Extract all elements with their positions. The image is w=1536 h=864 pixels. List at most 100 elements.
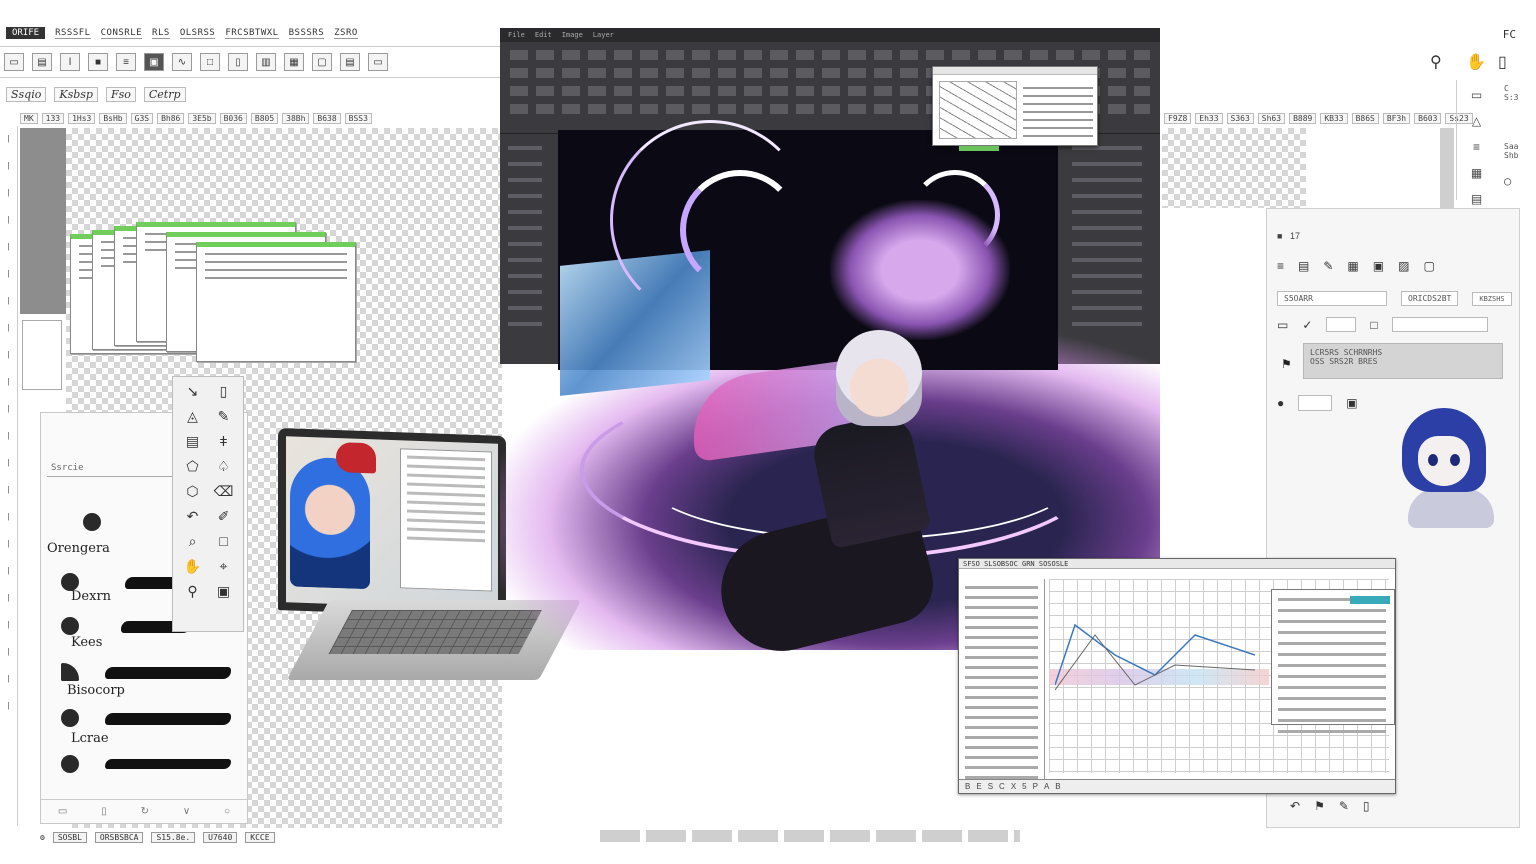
grid-icon[interactable]: ▦ (1471, 166, 1482, 180)
timeline-control[interactable]: P (1033, 782, 1038, 791)
menu-item[interactable]: CONSRLE (100, 28, 143, 39)
square-icon[interactable]: □ (1370, 318, 1377, 332)
menu-item[interactable]: OLSRSS (179, 28, 216, 39)
timeline-inspector[interactable] (1271, 589, 1395, 733)
document-tab[interactable]: S363 (1226, 112, 1254, 124)
timeline-control[interactable]: X (1011, 782, 1016, 791)
value-input[interactable] (1391, 317, 1488, 332)
marquee-tool-icon[interactable]: ▯ (208, 383, 239, 408)
undo-icon[interactable]: ↶ (1290, 799, 1300, 813)
curve-tool-icon[interactable]: ↶ (177, 508, 208, 533)
check-icon[interactable]: ✓ (1302, 318, 1312, 332)
rectangle-icon[interactable]: ▭ (1277, 318, 1288, 332)
properties-dropdown[interactable]: KBZSHS (1472, 291, 1512, 306)
timeline-control[interactable]: S (988, 782, 993, 791)
brush-tool-icon[interactable]: ✎ (208, 408, 239, 433)
document-tab[interactable]: 133 (41, 112, 65, 124)
text-tool-icon[interactable]: ⌕ (177, 533, 208, 558)
document-tab[interactable]: Eh33 (1195, 112, 1223, 124)
image-icon[interactable]: ▣ (144, 53, 164, 71)
bookmark-icon[interactable]: ▯ (1363, 799, 1370, 813)
reference-window-titlebar[interactable] (933, 67, 1097, 75)
copy-icon[interactable]: ▢ (1423, 259, 1434, 273)
lasso-tool-icon[interactable]: ◬ (177, 408, 208, 433)
pen-icon[interactable]: ǀ (60, 53, 80, 71)
panel-icon[interactable]: ▭ (1471, 88, 1482, 102)
properties-input[interactable]: ORICDS2BT (1401, 291, 1459, 306)
option-field[interactable]: Fso (105, 86, 136, 102)
timeline-control[interactable]: B (1055, 782, 1060, 791)
option-field[interactable]: Cetrp (143, 86, 186, 102)
document-tab[interactable]: F9Z8 (1164, 112, 1192, 124)
animation-curve[interactable] (1055, 615, 1255, 695)
pen-tool-icon[interactable]: ǂ (208, 433, 239, 458)
timeline-control[interactable]: A (1044, 782, 1049, 791)
menu-item[interactable]: ZSRO (334, 28, 358, 39)
timeline-control[interactable]: 5 (1022, 782, 1026, 791)
canvas-transparent-right[interactable] (1162, 128, 1306, 208)
menu-icon[interactable]: ≡ (1277, 259, 1284, 273)
layers-icon[interactable]: ≡ (1473, 140, 1480, 154)
camera-tool-icon[interactable]: ▣ (208, 583, 239, 608)
menu-item[interactable]: RSSSFL (55, 28, 91, 39)
size-input[interactable] (1326, 317, 1357, 332)
timeline-window[interactable]: SFSO SLSOBSOC GRN SOSOSLE B E S C X 5 P … (958, 558, 1396, 794)
reference-window[interactable] (932, 66, 1098, 151)
brush-icon[interactable]: ✎ (1339, 799, 1349, 813)
document-tab[interactable]: G3S (130, 112, 154, 124)
document-tab[interactable]: B889 (1289, 112, 1317, 124)
document-tab[interactable]: 3E5b (188, 112, 216, 124)
timeline-control[interactable]: B (965, 782, 970, 791)
document-tab[interactable]: MK (20, 112, 38, 124)
dark-menu-item[interactable]: File (508, 31, 525, 39)
document-tab[interactable]: KB33 (1320, 112, 1348, 124)
eraser-tool-icon[interactable]: ⌫ (208, 483, 239, 508)
settings-icon[interactable]: ○ (224, 806, 230, 817)
frame-icon[interactable]: ▣ (1346, 396, 1357, 410)
save-icon[interactable]: ▨ (1398, 259, 1409, 273)
frame-swatch[interactable] (1298, 395, 1333, 411)
list-icon[interactable]: ≡ (116, 53, 136, 71)
columns-icon[interactable]: ▥ (256, 53, 276, 71)
book-icon[interactable]: ▯ (1498, 52, 1507, 72)
option-field[interactable]: Ssqio (6, 86, 47, 102)
timeline-layer-list[interactable] (961, 579, 1045, 785)
layer-icon[interactable]: ▤ (1298, 259, 1309, 273)
timeline-control[interactable]: C (999, 782, 1005, 791)
stack-icon[interactable]: ▤ (340, 53, 360, 71)
menu-item[interactable]: BSSSRS (288, 28, 325, 39)
dark-menu-item[interactable]: Edit (535, 31, 552, 39)
search-icon[interactable]: ⚲ (1430, 52, 1442, 72)
timeline-title[interactable]: SFSO SLSOBSOC GRN SOSOSLE (959, 559, 1395, 569)
document-tab[interactable]: BSS3 (344, 112, 372, 124)
document-tab[interactable]: B86S (1351, 112, 1379, 124)
brush-preset[interactable] (61, 751, 237, 775)
menu-item[interactable]: RLS (152, 28, 170, 39)
zoom-tool-icon[interactable]: ⚲ (177, 583, 208, 608)
menu-item-active[interactable]: ORIFE (6, 27, 46, 39)
shape-tool-icon[interactable]: ⬠ (177, 458, 208, 483)
flag-icon[interactable]: ⚑ (1314, 799, 1325, 813)
dot-icon[interactable]: ● (1277, 396, 1284, 410)
pin-icon[interactable]: ⚑ (1281, 357, 1292, 371)
refresh-icon[interactable]: ↻ (141, 806, 149, 817)
smudge-tool-icon[interactable]: ✐ (208, 508, 239, 533)
brush-search-input[interactable]: Ssrcie (47, 459, 191, 477)
hand-tool-icon[interactable]: ✋ (177, 558, 208, 583)
frame-icon[interactable]: □ (200, 53, 220, 71)
eyedropper-tool-icon[interactable]: ⌖ (208, 558, 239, 583)
document-tab[interactable]: B805 (250, 112, 279, 124)
dark-menu-item[interactable]: Layer (593, 31, 614, 39)
dark-toolbar[interactable] (510, 50, 1150, 60)
vertical-scrollbar[interactable] (1440, 128, 1454, 208)
document-tab[interactable]: Sh63 (1257, 112, 1286, 124)
option-field[interactable]: Ksbsp (54, 86, 98, 102)
filter-icon[interactable]: ▤ (1471, 192, 1482, 206)
lock-icon[interactable]: ▣ (1373, 259, 1384, 273)
layout-icon[interactable]: ▢ (312, 53, 332, 71)
fill-icon[interactable]: ■ (88, 53, 108, 71)
rectangle-tool-icon[interactable]: □ (208, 533, 239, 558)
wave-icon[interactable]: ∿ (172, 53, 192, 71)
properties-input[interactable]: S5OARR (1277, 291, 1387, 306)
grid-icon[interactable]: ▦ (1347, 259, 1358, 273)
